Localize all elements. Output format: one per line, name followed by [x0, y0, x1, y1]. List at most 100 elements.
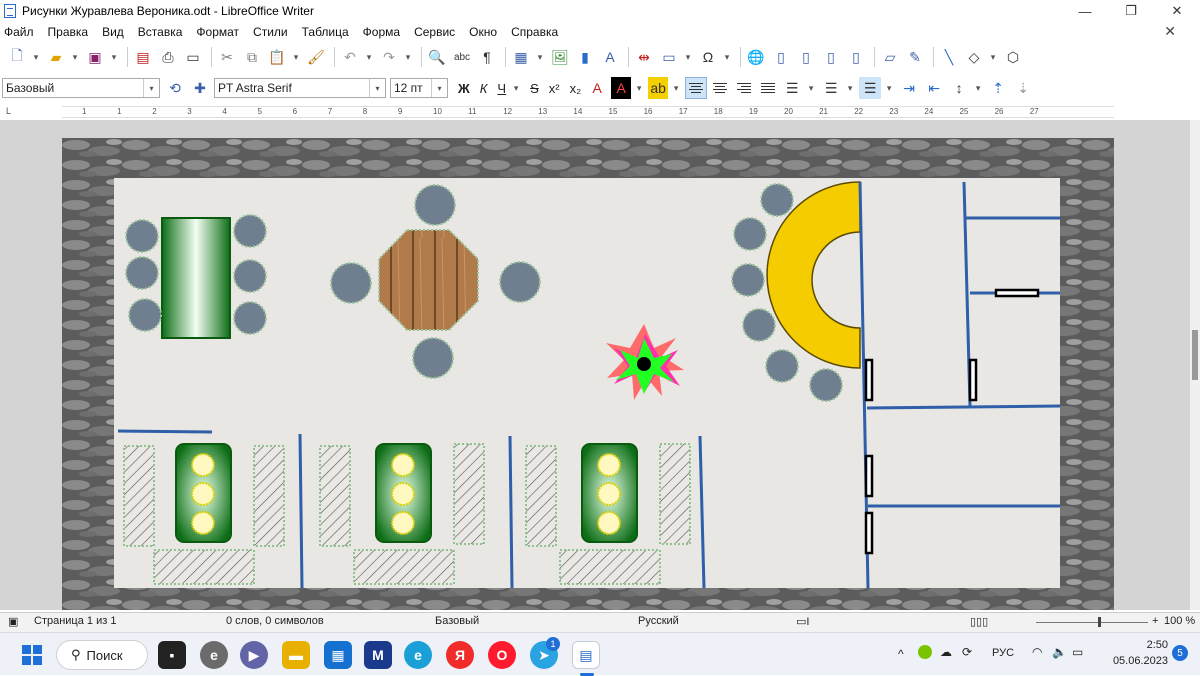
insert-chart-icon[interactable]: ▮ — [574, 46, 596, 68]
numbering-icon[interactable]: ☰ — [820, 77, 842, 99]
notification-badge[interactable]: 5 — [1172, 645, 1188, 661]
redo-icon[interactable]: ↷ — [378, 46, 400, 68]
clock-time[interactable]: 2:50 — [1118, 639, 1168, 651]
tray-app-icon[interactable] — [918, 645, 932, 659]
chevron-down-icon[interactable]: ▾ — [884, 77, 894, 99]
save-icon[interactable]: ▣ — [84, 46, 106, 68]
wifi-icon[interactable]: ◠ — [1032, 645, 1042, 659]
sync-icon[interactable]: ⟳ — [962, 645, 972, 659]
paragraph-spacing-up-icon[interactable]: ⇡ — [987, 77, 1009, 99]
subscript-button[interactable]: x₂ — [570, 81, 582, 96]
volume-icon[interactable]: 🔈 — [1052, 645, 1067, 659]
undo-icon[interactable]: ↶ — [339, 46, 361, 68]
insert-image-icon[interactable]: 🖼 — [549, 46, 571, 68]
word-count[interactable]: 0 слов, 0 символов — [226, 615, 324, 627]
menu-format[interactable]: Формат — [196, 25, 239, 39]
horizontal-ruler[interactable]: 1 1 2 3 4 5 6 7 8 9 10 11 12 13 14 15 16 17 18 19 20 21 22 23 24… — [62, 106, 1114, 118]
yandex-browser-icon[interactable]: Я — [446, 641, 474, 669]
open-folder-icon[interactable]: ▰ — [45, 46, 67, 68]
align-left-button[interactable] — [685, 77, 708, 99]
paragraph-spacing-down-icon[interactable]: ⇣ — [1012, 77, 1034, 99]
chevron-down-icon[interactable]: ▾ — [535, 46, 545, 68]
battery-icon[interactable]: ▭ — [1072, 645, 1083, 659]
opera-icon[interactable]: O — [488, 641, 516, 669]
close-document-icon[interactable]: ✕ — [1164, 23, 1176, 40]
windows-start-icon[interactable] — [18, 641, 46, 669]
menu-insert[interactable]: Вставка — [138, 25, 183, 39]
align-right-button[interactable] — [733, 77, 755, 99]
scrollbar-thumb[interactable] — [1192, 330, 1198, 380]
zoom-handle[interactable] — [1098, 617, 1101, 627]
chevron-up-icon[interactable]: ^ — [898, 647, 904, 661]
menu-help[interactable]: Справка — [511, 25, 558, 39]
view-layout-icon[interactable]: ▯▯▯ — [970, 615, 988, 628]
special-character-icon[interactable]: Ω — [697, 46, 719, 68]
page-count[interactable]: Страница 1 из 1 — [34, 615, 116, 627]
page-style[interactable]: Базовый — [435, 615, 479, 627]
task-view-icon[interactable]: ▪ — [158, 641, 186, 669]
endnote-icon[interactable]: ▯ — [795, 46, 817, 68]
chevron-down-icon[interactable]: ▾ — [403, 46, 413, 68]
restore-button[interactable]: ❐ — [1108, 0, 1154, 22]
new-document-icon[interactable]: 🗋 — [6, 46, 28, 68]
chevron-down-icon[interactable]: ▾ — [973, 77, 983, 99]
insert-field-icon[interactable]: ▭ — [658, 46, 680, 68]
document-area[interactable] — [0, 120, 1200, 610]
minimize-button[interactable]: — — [1062, 0, 1108, 22]
bold-button[interactable]: Ж — [458, 81, 470, 96]
chevron-down-icon[interactable]: ▾ — [722, 46, 732, 68]
insert-textbox-icon[interactable]: A — [599, 46, 621, 68]
chevron-down-icon[interactable]: ▾ — [845, 77, 855, 99]
language[interactable]: Русский — [638, 615, 679, 627]
copy-icon[interactable]: ⧉ — [241, 46, 263, 68]
microsoft-store-icon[interactable]: ▦ — [324, 641, 352, 669]
chevron-down-icon[interactable]: ▾ — [369, 79, 385, 97]
print-icon[interactable]: ⎙ — [157, 46, 179, 68]
line-icon[interactable]: ╲ — [938, 46, 960, 68]
strikethrough-button[interactable]: S — [530, 81, 539, 96]
new-style-icon[interactable]: ✚ — [189, 77, 211, 99]
increase-indent-icon[interactable]: ⇥ — [898, 77, 920, 99]
zoom-level[interactable]: 100 % — [1164, 615, 1195, 627]
print-preview-icon[interactable]: ▭ — [182, 46, 204, 68]
chevron-down-icon[interactable]: ▾ — [70, 46, 80, 68]
font-name-box[interactable]: PT Astra Serif ▾ — [214, 78, 386, 98]
find-replace-icon[interactable]: 🔍 — [426, 46, 448, 68]
tab-stop-icon[interactable]: L — [6, 106, 11, 116]
decrease-indent-icon[interactable]: ⇤ — [923, 77, 945, 99]
edge-icon[interactable]: e — [404, 641, 432, 669]
spellcheck-icon[interactable]: abc — [451, 46, 473, 68]
outline-icon[interactable]: ☰ — [859, 77, 882, 99]
clone-formatting-icon[interactable]: 🖌 — [305, 46, 327, 68]
paste-icon[interactable]: 📋 — [266, 46, 288, 68]
font-size-box[interactable]: 12 пт ▾ — [390, 78, 448, 98]
menu-file[interactable]: Файл — [4, 25, 34, 39]
bullets-icon[interactable]: ☰ — [781, 77, 803, 99]
justify-button[interactable] — [757, 77, 779, 99]
zoom-in-icon[interactable]: + — [1152, 615, 1158, 627]
menu-view[interactable]: Вид — [102, 25, 124, 39]
chevron-down-icon[interactable]: ▾ — [31, 46, 41, 68]
chevron-down-icon[interactable]: ▾ — [683, 46, 693, 68]
chevron-down-icon[interactable]: ▾ — [364, 46, 374, 68]
file-explorer-icon[interactable]: ▬ — [282, 641, 310, 669]
menu-table[interactable]: Таблица — [302, 25, 349, 39]
chevron-down-icon[interactable]: ▾ — [431, 79, 447, 97]
menu-window[interactable]: Окно — [469, 25, 497, 39]
update-style-icon[interactable]: ⟲ — [164, 77, 186, 99]
drawing-page[interactable] — [62, 138, 1114, 610]
font-color-icon[interactable]: A — [611, 77, 632, 99]
superscript-button[interactable]: x² — [549, 81, 560, 96]
menu-styles[interactable]: Стили — [253, 25, 288, 39]
insert-table-icon[interactable]: ▦ — [510, 46, 532, 68]
zoom-slider[interactable] — [1036, 622, 1148, 623]
underline-button[interactable]: Ч — [497, 81, 506, 96]
chevron-down-icon[interactable]: ▾ — [806, 77, 816, 99]
menu-edit[interactable]: Правка — [48, 25, 89, 39]
cross-reference-icon[interactable]: ▯ — [845, 46, 867, 68]
libreoffice-draw-icon[interactable]: M — [364, 641, 392, 669]
clock-date[interactable]: 05.06.2023 — [1102, 655, 1168, 667]
chevron-down-icon[interactable]: ▾ — [511, 77, 521, 99]
chevron-down-icon[interactable]: ▾ — [291, 46, 301, 68]
clear-formatting-icon[interactable]: A — [586, 77, 608, 99]
